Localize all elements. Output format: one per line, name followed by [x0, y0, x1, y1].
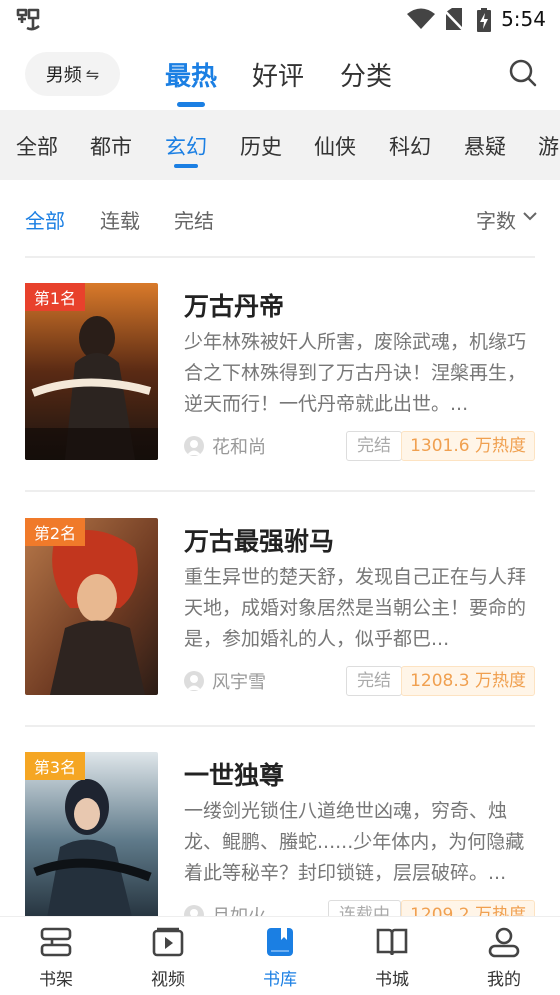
category-scifi[interactable]: 科幻 — [389, 131, 431, 161]
category-history[interactable]: 历史 — [240, 131, 282, 161]
nav-bookstore-label: 书城 — [375, 970, 409, 990]
divider — [25, 256, 535, 258]
library-icon — [267, 928, 293, 956]
category-all[interactable]: 全部 — [16, 131, 58, 161]
rank-badge: 第3名 — [25, 752, 85, 780]
filter-all[interactable]: 全部 — [25, 205, 65, 234]
divider — [25, 490, 535, 492]
book-title[interactable]: 万古最强驸马 — [184, 522, 334, 558]
search-icon[interactable] — [508, 58, 538, 88]
author-name: 风宇雪 — [212, 672, 266, 693]
no-sim-icon — [444, 8, 464, 32]
video-icon — [152, 927, 184, 957]
nav-bookstore[interactable]: 书城 — [352, 925, 432, 990]
category-mystery[interactable]: 悬疑 — [464, 131, 506, 161]
book-description: 重生异世的楚天舒，发现自己正在与人拜天地，成婚对象居然是当朝公主！要命的是，参加… — [184, 566, 527, 650]
status-badge: 完结 — [346, 666, 402, 696]
book-description: 一缕剑光锁住八道绝世凶魂，穷奇、烛龙、鲲鹏、螣蛇......少年体内，为何隐藏着… — [184, 800, 525, 884]
book-author: 花和尚 — [184, 433, 266, 459]
category-fantasy-label: 玄幻 — [165, 135, 207, 159]
filter-ongoing[interactable]: 连载 — [100, 205, 140, 234]
active-tab-indicator — [177, 102, 205, 107]
category-games[interactable]: 游 — [538, 131, 559, 161]
app-bug-icon — [16, 8, 40, 31]
tab-top-rated-label: 好评 — [252, 62, 305, 92]
profile-icon — [488, 927, 520, 958]
heat-badge: 1208.3 万热度 — [401, 666, 535, 696]
nav-library[interactable]: 书库 — [240, 925, 320, 990]
category-fantasy[interactable]: 玄幻 — [165, 131, 207, 168]
book-title[interactable]: 万古丹帝 — [184, 287, 284, 323]
gender-toggle-button[interactable]: 男频 ⇋ — [25, 52, 120, 96]
nav-library-label: 书库 — [263, 970, 297, 990]
heat-badge: 1301.6 万热度 — [401, 431, 535, 461]
bookshelf-icon — [40, 927, 72, 957]
clock: 5:54 — [501, 7, 546, 31]
status-badge: 完结 — [346, 431, 402, 461]
open-book-icon — [376, 928, 408, 956]
book-title[interactable]: 一世独尊 — [184, 756, 284, 792]
category-xianxia[interactable]: 仙侠 — [314, 131, 356, 161]
sort-dropdown[interactable]: 字数 — [476, 205, 516, 234]
tab-hottest[interactable]: 最热 — [165, 56, 218, 107]
book-description: 少年林殊被奸人所害，废除武魂，机缘巧合之下林殊得到了万古丹诀！涅槃再生，逆天而行… — [184, 331, 527, 415]
book-author: 风宇雪 — [184, 668, 266, 694]
battery-charging-icon — [477, 8, 491, 32]
list-item[interactable]: 第2名 万古最强驸马 重生异世的楚天舒，发现自己正在与人拜天地，成婚对象居然是当… — [0, 518, 560, 718]
active-category-indicator — [174, 164, 198, 168]
bottom-nav: 书架 视频 书库 书城 我的 — [0, 916, 560, 995]
tab-category[interactable]: 分类 — [340, 56, 392, 93]
divider — [25, 725, 535, 727]
nav-profile-label: 我的 — [487, 970, 521, 990]
tab-hottest-label: 最热 — [165, 62, 218, 92]
category-urban[interactable]: 都市 — [90, 131, 132, 161]
top-nav: 男频 ⇋ 最热 好评 分类 — [0, 40, 560, 108]
nav-profile[interactable]: 我的 — [464, 925, 544, 990]
nav-video-label: 视频 — [151, 970, 185, 990]
swap-icon: ⇋ — [85, 64, 100, 84]
category-bar: 全部 都市 玄幻 历史 仙侠 科幻 悬疑 游 — [0, 110, 560, 180]
nav-video[interactable]: 视频 — [128, 925, 208, 990]
nav-bookshelf-label: 书架 — [39, 970, 73, 990]
wifi-icon — [407, 8, 435, 29]
status-bar: 5:54 — [0, 0, 560, 38]
tab-top-rated[interactable]: 好评 — [252, 56, 304, 93]
nav-bookshelf[interactable]: 书架 — [16, 925, 96, 990]
author-name: 花和尚 — [212, 437, 266, 458]
rank-badge: 第1名 — [25, 283, 85, 311]
filter-completed[interactable]: 完结 — [174, 205, 214, 234]
author-avatar-icon — [184, 436, 204, 456]
tab-category-label: 分类 — [340, 62, 393, 92]
rank-badge: 第2名 — [25, 518, 85, 546]
list-item[interactable]: 第1名 万古丹帝 少年林殊被奸人所害，废除武魂，机缘巧合之下林殊得到了万古丹诀！… — [0, 283, 560, 483]
gender-label: 男频 — [45, 65, 82, 86]
author-avatar-icon — [184, 671, 204, 691]
chevron-down-icon[interactable] — [522, 210, 538, 222]
